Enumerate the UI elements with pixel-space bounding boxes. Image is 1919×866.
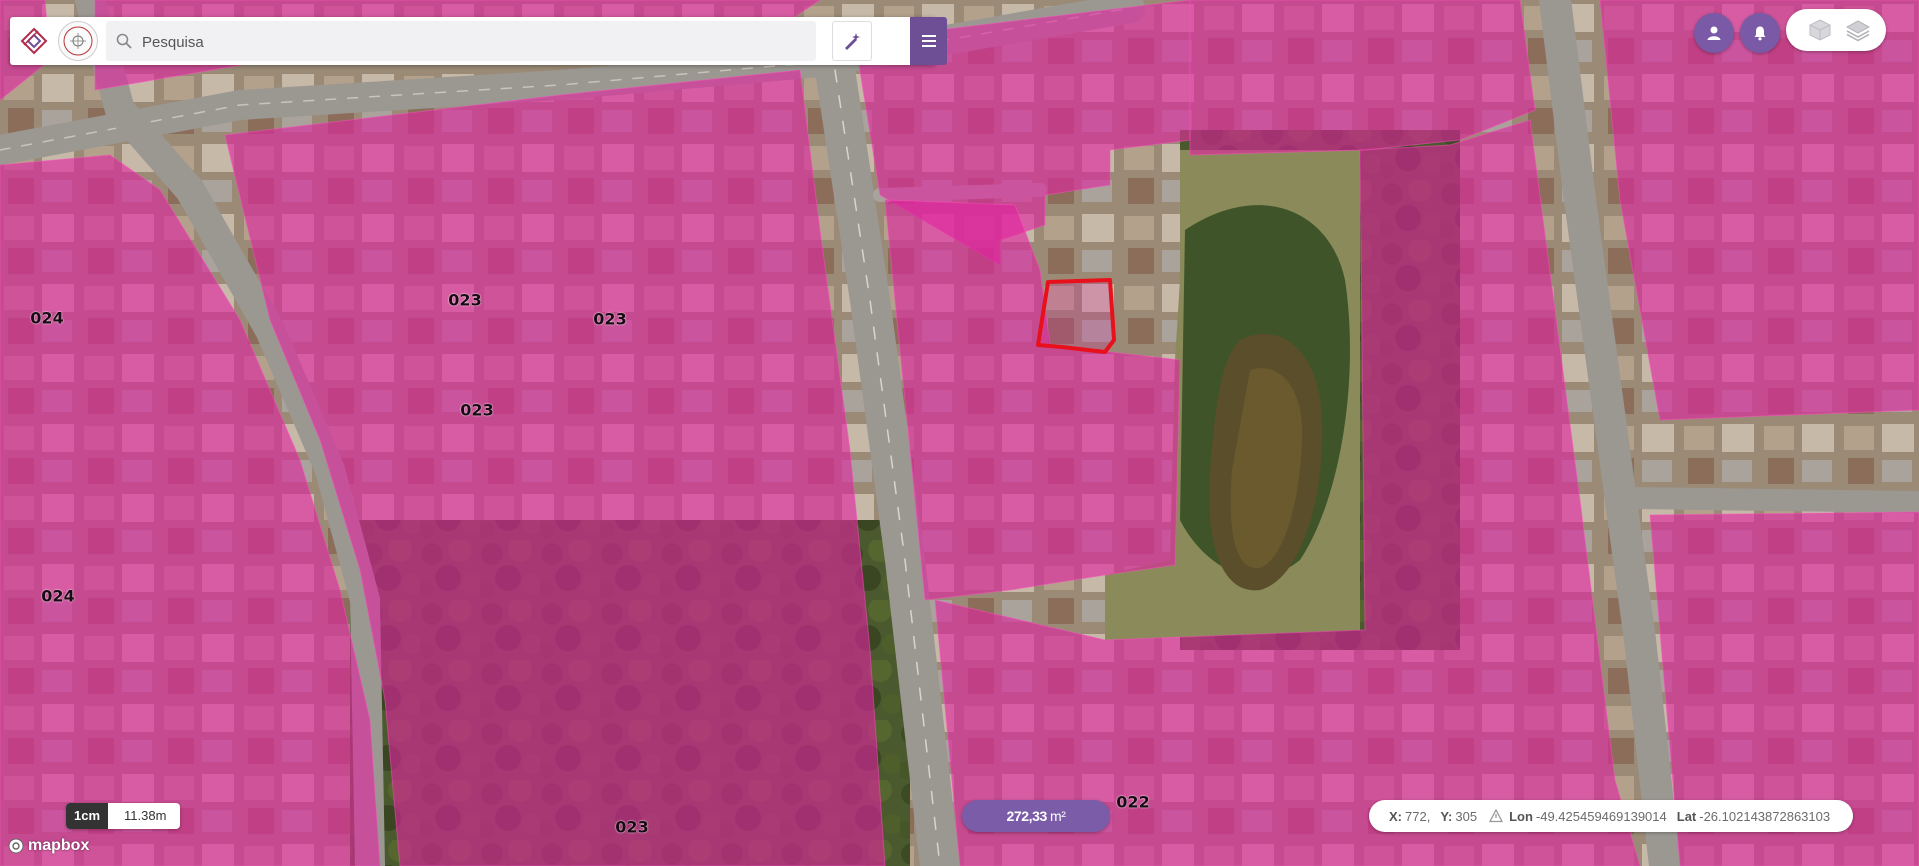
zone-label: 023 — [448, 290, 482, 310]
municipality-seal-icon — [58, 21, 98, 61]
user-button[interactable] — [1694, 13, 1734, 53]
lat-label: Lat — [1676, 808, 1697, 824]
app-logo-icon[interactable] — [20, 27, 48, 55]
zone-label: 024 — [41, 586, 75, 606]
zone-label: 023 — [615, 817, 649, 837]
x-label: X: — [1389, 808, 1402, 824]
zone-label: 023 — [593, 309, 627, 329]
y-label: Y: — [1440, 808, 1453, 824]
zone-label: 024 — [30, 308, 64, 328]
area-measurement-badge: 272,33 m² — [962, 800, 1110, 832]
layer-switcher — [1786, 9, 1886, 51]
lon-value: -49.425459469139014 — [1535, 808, 1667, 824]
drawing-tool-icon — [845, 33, 860, 50]
search-input[interactable] — [140, 21, 804, 63]
selected-parcel[interactable] — [1036, 278, 1116, 354]
area-value: 272,33 — [1006, 808, 1048, 824]
menu-button[interactable] — [910, 17, 947, 65]
y-value: 305 — [1455, 808, 1478, 824]
area-unit: m² — [1049, 808, 1066, 824]
drawing-tool-button[interactable] — [832, 21, 872, 61]
notifications-button[interactable] — [1740, 13, 1780, 53]
scale-distance: 11.38m — [124, 808, 167, 823]
map-canvas[interactable] — [0, 0, 1919, 866]
lon-label: Lon — [1509, 808, 1533, 824]
mapbox-logo-text: mapbox — [28, 837, 90, 854]
search-field — [106, 21, 816, 63]
coordinates-readout: X: 772, Y: 305 Lon -49.425459469139014 L… — [1369, 800, 1853, 832]
search-bar — [10, 17, 947, 65]
warning-icon — [1489, 809, 1504, 823]
user-icon — [1707, 26, 1721, 40]
scale-unit: 1cm — [66, 803, 109, 829]
mapbox-logo-icon — [8, 838, 24, 854]
zone-label: 023 — [460, 400, 494, 420]
mapbox-attribution[interactable]: mapbox — [8, 837, 89, 855]
hamburger-menu-icon — [921, 35, 936, 47]
x-value: 772, — [1405, 808, 1431, 824]
cube-layer-icon[interactable] — [1806, 17, 1834, 43]
search-icon — [116, 33, 132, 49]
bell-icon — [1754, 26, 1766, 41]
lat-value: -26.102143872863103 — [1699, 808, 1831, 824]
map-scale: 1cm 11.38m — [66, 803, 181, 829]
zone-label: 022 — [1116, 792, 1150, 812]
layers-stack-icon[interactable] — [1844, 17, 1872, 43]
